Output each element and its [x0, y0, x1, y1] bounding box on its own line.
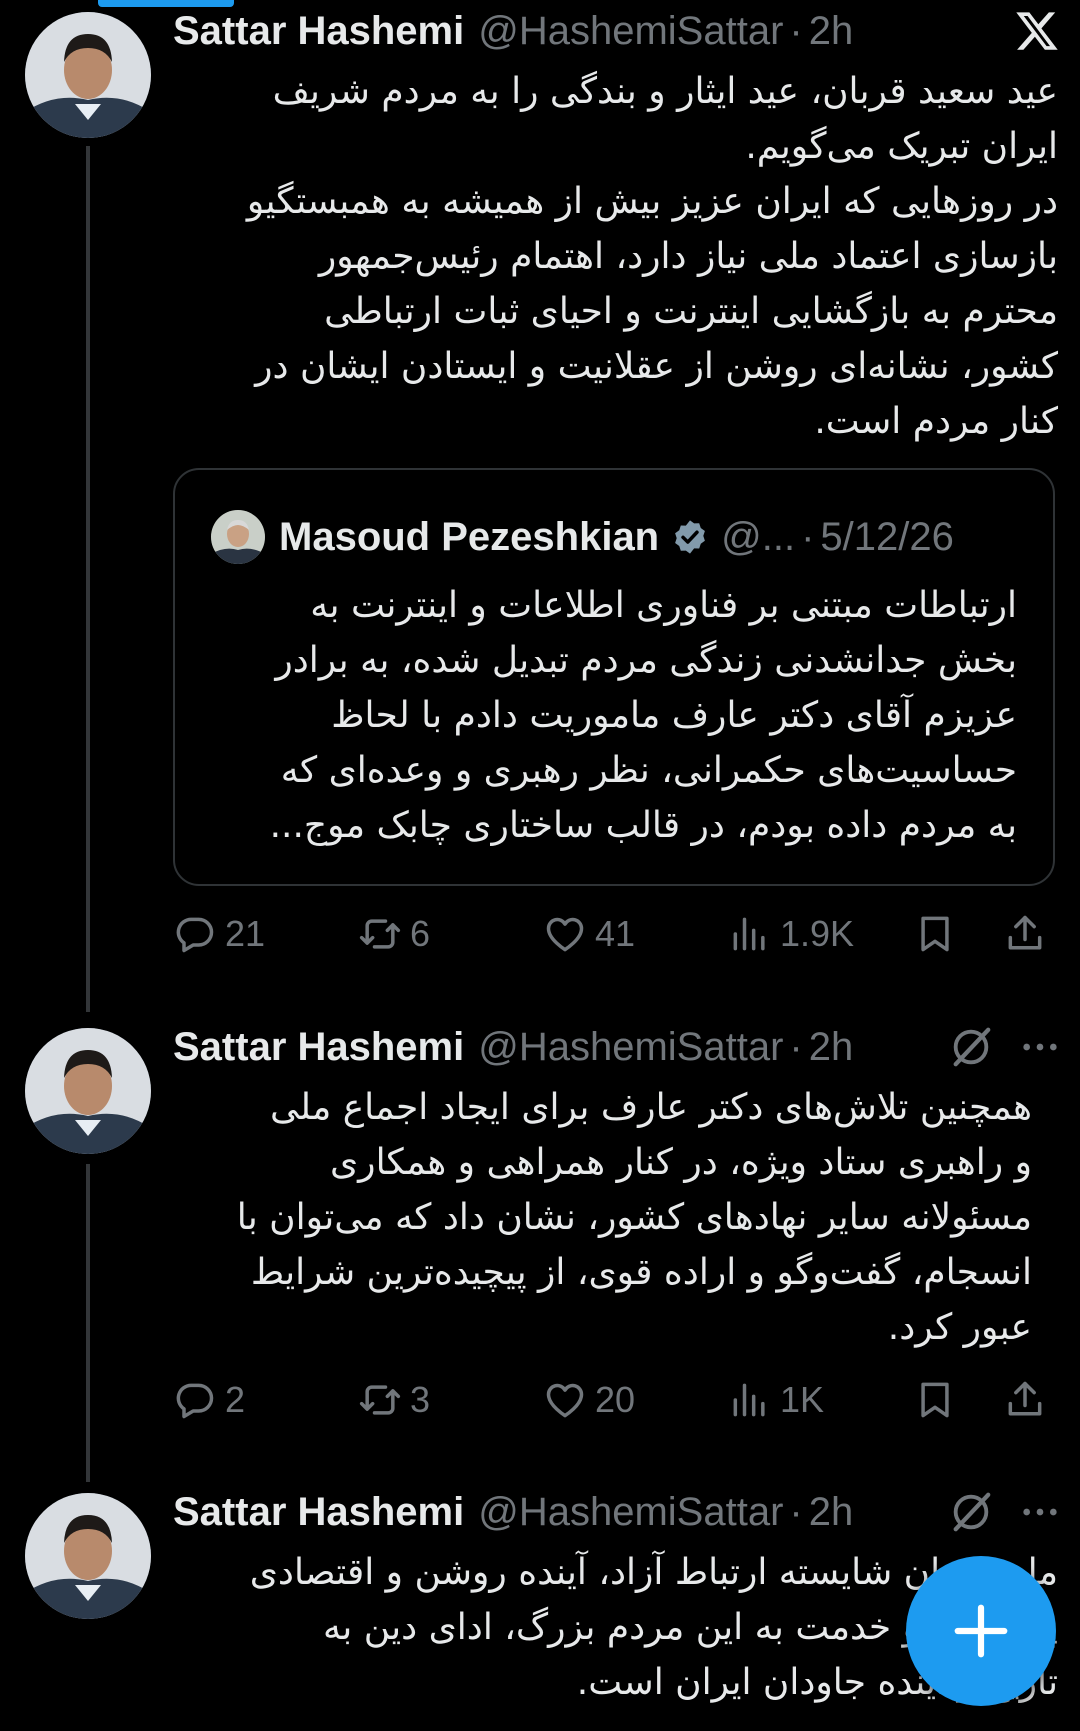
separator-dot: · — [801, 514, 815, 559]
author-handle[interactable]: @HashemiSattar — [478, 1490, 783, 1535]
author-handle[interactable]: @HashemiSattar — [478, 1025, 783, 1070]
author-name[interactable]: Sattar Hashemi — [173, 1025, 464, 1070]
reply-count: 21 — [225, 913, 266, 954]
avatar[interactable] — [25, 12, 151, 138]
tweet-text: همچنین تلاش‌های دکتر عارف برای ایجاد اجم… — [236, 1087, 1032, 1348]
reply-icon — [176, 1383, 214, 1419]
repost-button[interactable]: 3 — [358, 1372, 430, 1428]
bookmark-icon — [921, 1382, 949, 1418]
share-button[interactable] — [1003, 906, 1047, 962]
avatar[interactable] — [25, 1028, 151, 1154]
separator-dot: · — [789, 1024, 803, 1069]
quoted-tweet[interactable]: Masoud Pezeshkian @... · 5/12/26 ارتباطا… — [173, 468, 1055, 886]
header-icons — [948, 1022, 1060, 1072]
separator-dot: · — [789, 1489, 803, 1534]
repost-icon — [359, 1385, 401, 1415]
header-icons — [1014, 6, 1060, 56]
reply-icon — [176, 917, 214, 953]
view-count: 1K — [780, 1379, 825, 1420]
repost-count: 6 — [410, 913, 431, 954]
timestamp[interactable]: 2h — [809, 9, 854, 54]
avatar[interactable] — [25, 1493, 151, 1619]
more-dots-icon[interactable] — [1020, 1492, 1060, 1532]
share-icon — [1008, 1381, 1042, 1416]
tweet[interactable]: Sattar Hashemi @HashemiSattar · 2h عید س… — [0, 0, 1080, 1000]
tweet-header: Sattar Hashemi @HashemiSattar · 2h — [173, 1487, 1060, 1537]
compose-button[interactable] — [906, 1556, 1056, 1706]
reply-button[interactable]: 21 — [173, 906, 265, 962]
like-count: 20 — [595, 1379, 636, 1420]
quoted-tweet-header: Masoud Pezeshkian @... · 5/12/26 — [211, 510, 954, 564]
reply-button[interactable]: 2 — [173, 1372, 245, 1428]
tweet-header: Sattar Hashemi @HashemiSattar · 2h — [173, 1022, 1060, 1072]
separator-dot: · — [789, 8, 803, 53]
grok-icon[interactable] — [948, 1024, 994, 1070]
author-name[interactable]: Sattar Hashemi — [173, 9, 464, 54]
timestamp[interactable]: 2h — [809, 1490, 854, 1535]
view-count: 1.9K — [780, 913, 855, 954]
timestamp[interactable]: 2h — [809, 1025, 854, 1070]
grok-icon[interactable] — [948, 1489, 994, 1535]
quoted-tweet-text: ارتباطات مبتنی بر فناوری اطلاعات و اینتر… — [269, 585, 1017, 846]
quoted-author-handle: @... — [721, 514, 796, 559]
tweet-text: عید سعید قربان، عید ایثار و بندگی را به … — [246, 71, 1058, 442]
like-button[interactable]: 20 — [543, 1372, 635, 1428]
author-name[interactable]: Sattar Hashemi — [173, 1490, 464, 1535]
x-logo-icon[interactable] — [1014, 8, 1060, 54]
tweet-actions: 2 3 20 1K — [173, 1372, 1053, 1428]
share-icon — [1008, 915, 1042, 950]
views-button[interactable]: 1.9K — [728, 906, 854, 962]
like-button[interactable]: 41 — [543, 906, 635, 962]
repost-icon — [359, 919, 401, 949]
tweet-actions: 21 6 41 1.9K — [173, 906, 1053, 962]
views-button[interactable]: 1K — [728, 1372, 824, 1428]
views-icon — [733, 917, 765, 951]
bookmark-button[interactable] — [913, 1372, 957, 1428]
repost-button[interactable]: 6 — [358, 906, 430, 962]
quoted-author-name: Masoud Pezeshkian — [279, 514, 660, 559]
heart-icon — [546, 1383, 584, 1418]
header-icons — [948, 1487, 1060, 1537]
plus-icon — [954, 1604, 1008, 1658]
tweet-header: Sattar Hashemi @HashemiSattar · 2h — [173, 6, 1060, 56]
quoted-date: 5/12/26 — [820, 514, 954, 559]
heart-icon — [546, 917, 584, 952]
bookmark-icon — [921, 916, 949, 952]
views-icon — [733, 1383, 765, 1417]
quoted-avatar — [211, 510, 265, 564]
like-count: 41 — [595, 913, 636, 954]
more-dots-icon[interactable] — [1020, 1027, 1060, 1067]
bookmark-button[interactable] — [913, 906, 957, 962]
repost-count: 3 — [410, 1379, 431, 1420]
verified-badge-icon — [675, 520, 706, 554]
reply-count: 2 — [225, 1379, 246, 1420]
author-handle[interactable]: @HashemiSattar — [478, 9, 783, 54]
tweet[interactable]: Sattar Hashemi @HashemiSattar · 2h همچنی… — [0, 1016, 1080, 1486]
share-button[interactable] — [1003, 1372, 1047, 1428]
